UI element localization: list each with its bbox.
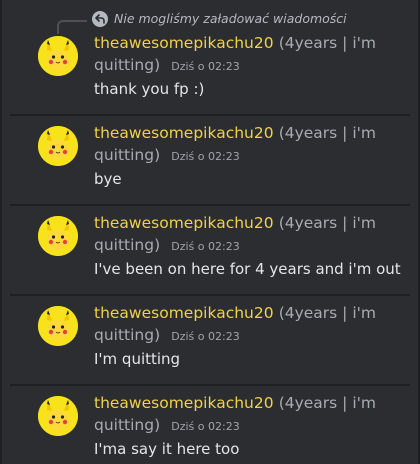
- reply-spine: [57, 20, 87, 34]
- pikachu-icon: [38, 216, 78, 256]
- avatar[interactable]: [38, 36, 78, 76]
- message-content: theawesomepikachu20 (4years | i'm quitti…: [94, 302, 394, 370]
- avatar[interactable]: [38, 306, 78, 346]
- reply-reference[interactable]: Nie mogliśmy załadować wiadomości: [2, 8, 418, 34]
- divider: [10, 384, 410, 386]
- pikachu-icon: [38, 306, 78, 346]
- timestamp[interactable]: Dziś o 02:23: [171, 150, 239, 163]
- message-content: theawesomepikachu20 (4years | i'm quitti…: [94, 122, 394, 190]
- message-text: I'm quitting: [94, 350, 181, 368]
- divider: [10, 204, 410, 206]
- avatar[interactable]: [38, 396, 78, 436]
- message-content: theawesomepikachu20 (4years | i'm quitti…: [94, 212, 401, 280]
- reply-icon: [92, 11, 108, 27]
- username[interactable]: theawesomepikachu20: [94, 34, 274, 52]
- reply-error-text: Nie mogliśmy załadować wiadomości: [114, 11, 347, 26]
- pikachu-icon: [38, 126, 78, 166]
- timestamp[interactable]: Dziś o 02:23: [171, 420, 239, 433]
- message-content: theawesomepikachu20 (4years | i'm quitti…: [94, 32, 394, 100]
- divider: [10, 294, 410, 296]
- avatar[interactable]: [38, 216, 78, 256]
- username[interactable]: theawesomepikachu20: [94, 124, 274, 142]
- pikachu-icon: [38, 396, 78, 436]
- message-content: theawesomepikachu20 (4years | i'm quitti…: [94, 392, 394, 460]
- chat-window: Nie mogliśmy załadować wiadomości theawe…: [0, 0, 420, 464]
- username[interactable]: theawesomepikachu20: [94, 394, 274, 412]
- message-text: I'ma say it here too: [94, 440, 240, 458]
- timestamp[interactable]: Dziś o 02:23: [171, 240, 239, 253]
- message-text: I've been on here for 4 years and i'm ou…: [94, 260, 401, 278]
- username[interactable]: theawesomepikachu20: [94, 214, 274, 232]
- avatar[interactable]: [38, 126, 78, 166]
- username[interactable]: theawesomepikachu20: [94, 304, 274, 322]
- message-text: bye: [94, 170, 122, 188]
- divider: [10, 114, 410, 116]
- timestamp[interactable]: Dziś o 02:23: [171, 330, 239, 343]
- timestamp[interactable]: Dziś o 02:23: [171, 60, 239, 73]
- message-text: thank you fp :): [94, 80, 205, 98]
- pikachu-icon: [38, 36, 78, 76]
